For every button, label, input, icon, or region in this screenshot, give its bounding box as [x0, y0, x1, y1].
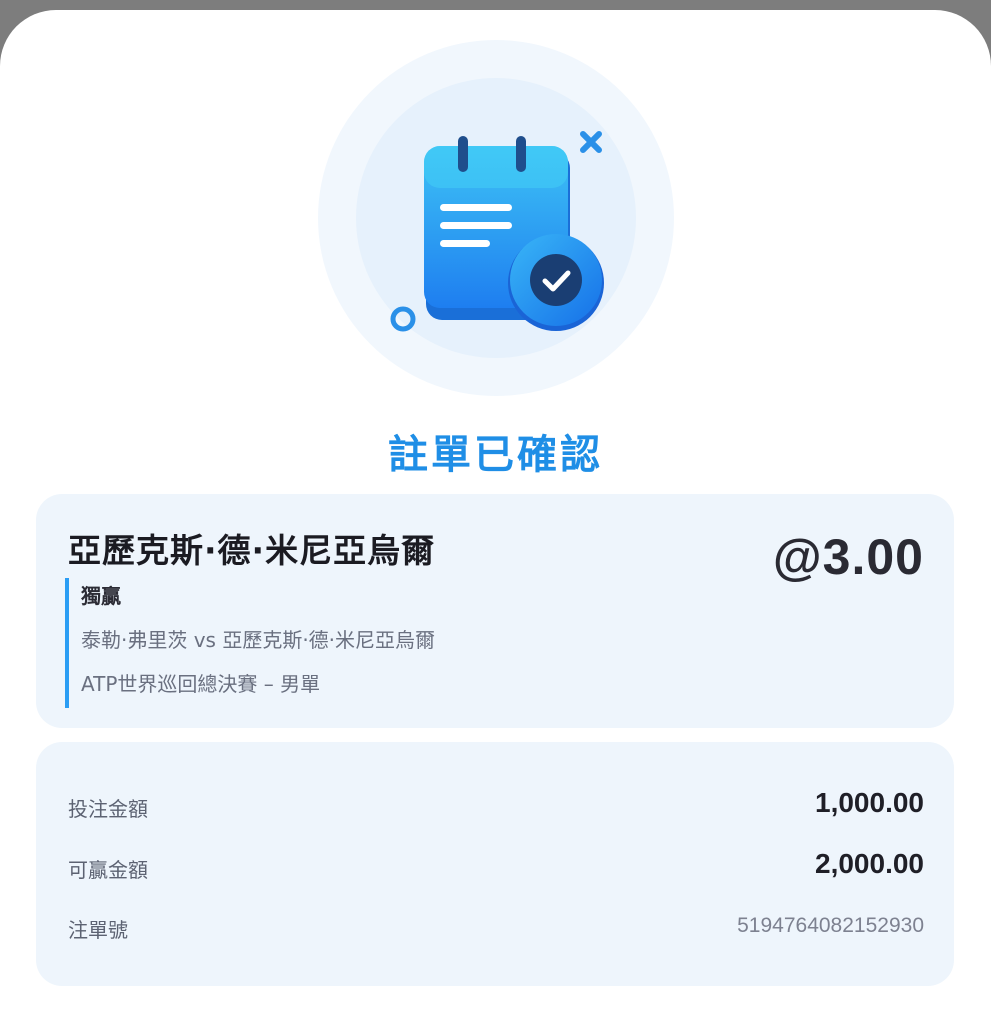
ticket-label: 注單號: [68, 918, 128, 942]
payout-label: 可贏金額: [68, 858, 148, 882]
payout-row: 可贏金額 2,000.00: [68, 848, 924, 888]
stake-value: 1,000.00: [815, 787, 924, 818]
ticket-row: 注單號 5194764082152930: [68, 908, 924, 948]
ticket-number: 5194764082152930: [737, 914, 924, 937]
event-name: 泰勒·弗里茨 vs 亞歷克斯·德·米尼亞烏爾: [81, 628, 436, 652]
stake-label: 投注金額: [68, 797, 148, 821]
selection-name: 亞歷克斯·德·米尼亞烏爾: [68, 531, 436, 570]
bet-details: 獨贏 泰勒·弗里茨 vs 亞歷克斯·德·米尼亞烏爾 ATP世界巡回總決賽 – 男…: [65, 578, 435, 708]
market-type: 獨贏: [81, 584, 121, 608]
payout-value: 2,000.00: [815, 848, 924, 879]
bet-summary-card: 投注金額 1,000.00 可贏金額 2,000.00 注單號 51947640…: [36, 742, 954, 986]
league-name: ATP世界巡回總決賽 – 男單: [81, 672, 321, 696]
odds-value: @3.00: [772, 529, 924, 585]
calendar-check-icon: [318, 40, 674, 396]
confirmation-sheet: 註單已確認 亞歷克斯·德·米尼亞烏爾 @3.00 獨贏 泰勒·弗里茨 vs 亞歷…: [0, 10, 991, 1010]
bet-details-card: 亞歷克斯·德·米尼亞烏爾 @3.00 獨贏 泰勒·弗里茨 vs 亞歷克斯·德·米…: [36, 494, 954, 728]
confirmation-title: 註單已確認: [388, 432, 603, 478]
confirmation-illustration: [318, 40, 674, 396]
stake-row: 投注金額 1,000.00: [68, 787, 924, 827]
top-strip: [0, 0, 991, 10]
